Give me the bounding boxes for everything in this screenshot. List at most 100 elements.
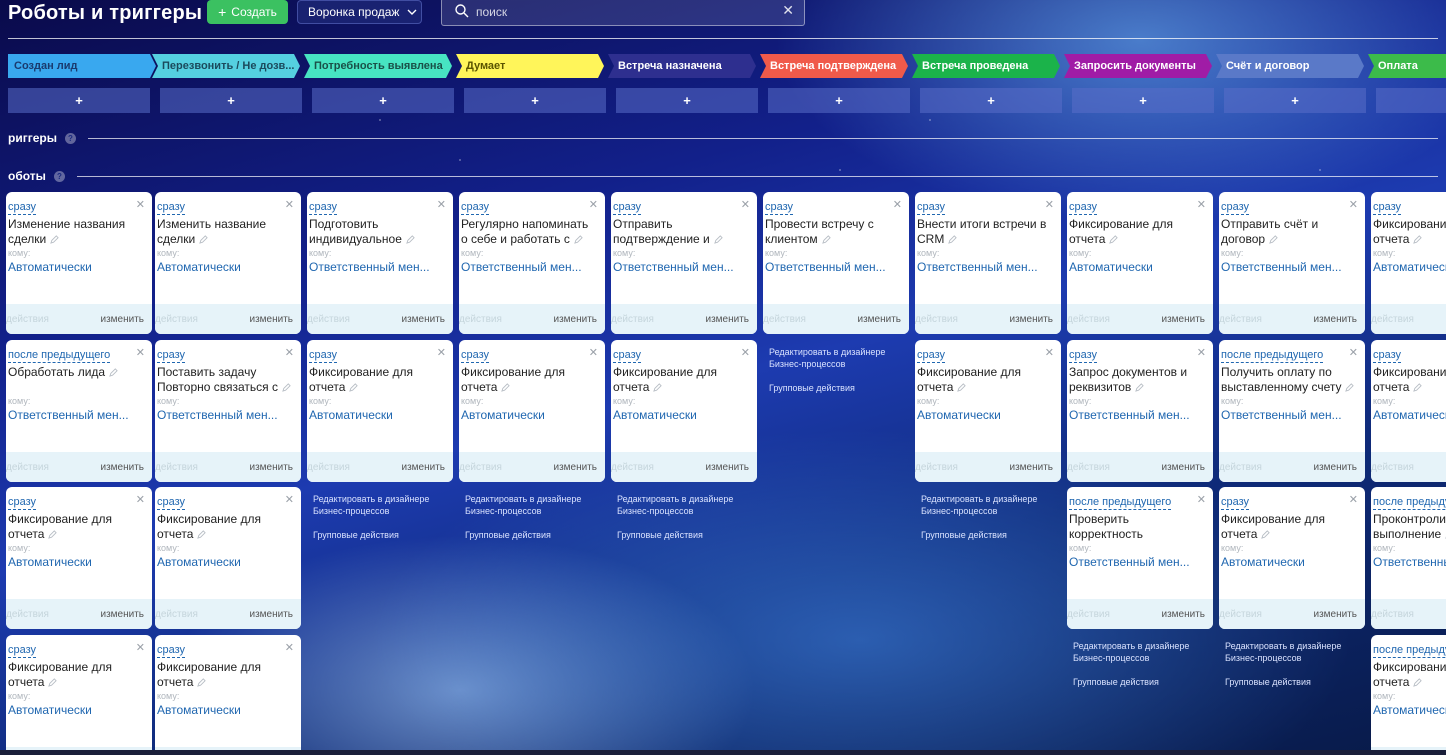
add-trigger-button[interactable]: + (8, 88, 150, 113)
robot-delay-link[interactable]: после предыдущего (8, 349, 111, 363)
robot-edit-link[interactable]: изменить (1161, 609, 1205, 620)
pencil-icon[interactable] (501, 383, 511, 393)
clear-search-icon[interactable]: ✕ (782, 2, 794, 19)
close-icon[interactable]: ✕ (1197, 198, 1206, 211)
robot-delay-link[interactable]: сразу (461, 201, 490, 215)
pencil-icon[interactable] (349, 383, 359, 393)
robot-delay-link[interactable]: после предыдущего (1373, 496, 1446, 510)
add-trigger-button[interactable]: + (160, 88, 302, 113)
close-icon[interactable]: ✕ (285, 493, 294, 506)
robot-title[interactable]: Подготовить индивидуальное (309, 217, 445, 247)
group-actions-link[interactable]: Групповые действия (921, 530, 1061, 540)
robot-edit-link[interactable]: изменить (1313, 609, 1357, 620)
create-button[interactable]: + Создать (207, 0, 288, 24)
robot-title[interactable]: Фиксирование для отчета (1221, 512, 1357, 542)
robot-card[interactable]: сразу ✕ Отправить подтверждение и кому: Отве… (611, 192, 757, 334)
robot-title[interactable]: Поставить задачу Повторно связаться с (157, 365, 293, 395)
stage-need-identified[interactable]: Потребность выявлена (304, 54, 452, 78)
robot-delay-link[interactable]: сразу (613, 349, 642, 363)
robot-edit-link[interactable]: изменить (100, 314, 144, 325)
robot-title[interactable]: Фиксирование для отчета (917, 365, 1053, 395)
stage-request-docs[interactable]: Запросить документы (1064, 54, 1212, 78)
robot-delay-link[interactable]: сразу (917, 201, 946, 215)
robot-card[interactable]: сразу✕Фиксирование для отчетакому:Автома… (155, 635, 301, 755)
group-actions-link[interactable]: Групповые действия (769, 383, 909, 393)
robot-delay-link[interactable]: сразу (8, 496, 37, 510)
robot-edit-link[interactable]: изменить (1161, 314, 1205, 325)
robot-responsible-link[interactable]: Ответственный мен... (1221, 260, 1357, 274)
pencil-icon[interactable] (406, 235, 415, 245)
robot-delay-link[interactable]: сразу (1069, 349, 1098, 363)
robot-responsible-link[interactable]: Автоматически (1221, 555, 1357, 569)
robot-card[interactable]: сразу✕Фиксирование для отчетакому:Автома… (1219, 487, 1365, 629)
robot-title[interactable]: Обработать лида (8, 365, 144, 395)
pencil-icon[interactable] (713, 235, 723, 245)
robot-delay-link[interactable]: сразу (765, 201, 794, 215)
robot-card[interactable]: сразу✕Фиксирование для отчетакому:Автома… (915, 340, 1061, 482)
bp-designer-link[interactable]: Редактировать в дизайнере Бизнес-процесс… (465, 493, 605, 517)
robot-responsible-link[interactable]: Ответственный мен... (917, 260, 1053, 274)
robot-edit-link[interactable]: изменить (857, 314, 901, 325)
robot-edit-link[interactable]: изменить (1313, 314, 1357, 325)
robot-card[interactable]: сразу✕Фиксирование для отчетакому:Автома… (6, 487, 152, 629)
robot-responsible-link[interactable]: Автоматически (917, 408, 1053, 422)
robot-delay-link[interactable]: после предыдущего (1069, 496, 1172, 510)
close-icon[interactable]: ✕ (589, 346, 598, 359)
help-icon[interactable]: ? (64, 132, 76, 144)
robot-title[interactable]: Изменение названия сделки (8, 217, 144, 247)
robot-delay-link[interactable]: сразу (8, 644, 37, 658)
help-icon[interactable]: ? (53, 170, 65, 182)
add-trigger-button[interactable]: + (768, 88, 910, 113)
robot-delay-link[interactable]: сразу (461, 349, 490, 363)
search-input[interactable] (476, 2, 776, 22)
close-icon[interactable]: ✕ (1349, 493, 1358, 506)
robot-title[interactable]: Фиксирование для отчета (461, 365, 597, 395)
pencil-icon[interactable] (821, 235, 831, 245)
robot-edit-link[interactable]: изменить (100, 462, 144, 473)
robot-card[interactable]: сразу✕Фиксирование для отчетакому:Автома… (1371, 340, 1446, 482)
robot-title[interactable]: Фиксирование для отчета (1069, 217, 1205, 247)
robot-title[interactable]: Фиксирование для отчета (309, 365, 445, 395)
robot-responsible-link[interactable]: Автоматически (157, 555, 293, 569)
pencil-icon[interactable] (948, 235, 958, 245)
robot-title[interactable]: Проконтролировать выполнение (1373, 512, 1446, 542)
robot-card[interactable]: сразу ✕ Провести встречу с клиентом кому: От… (763, 192, 909, 334)
robot-card[interactable]: после предыдущего ✕ Получить оплату по выс… (1219, 340, 1365, 482)
robot-edit-link[interactable]: изменить (249, 609, 293, 620)
robot-delay-link[interactable]: сразу (1373, 201, 1402, 215)
robot-responsible-link[interactable]: Автоматически (1373, 408, 1446, 422)
pencil-icon[interactable] (48, 530, 58, 540)
robot-card[interactable]: сразу✕Фиксирование для отчетакому:Автома… (611, 340, 757, 482)
bp-designer-link[interactable]: Редактировать в дизайнере Бизнес-процесс… (313, 493, 453, 517)
robot-card[interactable]: сразу ✕ Отправить счёт и договор кому: Ответ… (1219, 192, 1365, 334)
close-icon[interactable]: ✕ (285, 641, 294, 654)
pencil-icon[interactable] (50, 235, 59, 245)
robot-responsible-link[interactable]: Автоматически (8, 260, 144, 274)
robot-responsible-link[interactable]: Автоматически (1069, 260, 1205, 274)
close-icon[interactable]: ✕ (1349, 198, 1358, 211)
robot-responsible-link[interactable]: Ответственный мен... (309, 260, 445, 274)
robot-card[interactable]: сразу✕Фиксирование для отчетакому:Автома… (459, 340, 605, 482)
pencil-icon[interactable] (1413, 383, 1423, 393)
robot-delay-link[interactable]: сразу (1221, 201, 1250, 215)
robot-responsible-link[interactable]: Автоматически (1373, 703, 1446, 717)
stage-meeting-confirmed[interactable]: Встреча подтверждена (760, 54, 908, 78)
search-box[interactable]: ✕ (441, 0, 805, 26)
close-icon[interactable]: ✕ (1197, 346, 1206, 359)
robot-card[interactable]: сразу ✕ Внести итоги встречи в CRM кому: Отв… (915, 192, 1061, 334)
robot-card[interactable]: после предыдущего✕Фиксирование для отчет… (1371, 635, 1446, 755)
stage-created-lead[interactable]: Создан лид (8, 54, 156, 78)
pencil-icon[interactable] (109, 368, 118, 378)
robot-title[interactable]: Фиксирование для отчета (1373, 660, 1446, 690)
close-icon[interactable]: ✕ (437, 198, 446, 211)
robot-title[interactable]: Фиксирование для отчета (157, 660, 293, 690)
robot-title[interactable]: Отправить подтверждение и (613, 217, 749, 247)
close-icon[interactable]: ✕ (741, 198, 750, 211)
pipeline-select[interactable]: Воронка продаж (297, 0, 422, 24)
pencil-icon[interactable] (653, 383, 663, 393)
robot-responsible-link[interactable]: Автоматически (613, 408, 749, 422)
robot-title[interactable]: Запрос документов и реквизитов (1069, 365, 1205, 395)
pencil-icon[interactable] (1413, 235, 1423, 245)
add-trigger-button[interactable]: + (920, 88, 1062, 113)
robot-responsible-link[interactable]: Ответственный мен... (461, 260, 597, 274)
